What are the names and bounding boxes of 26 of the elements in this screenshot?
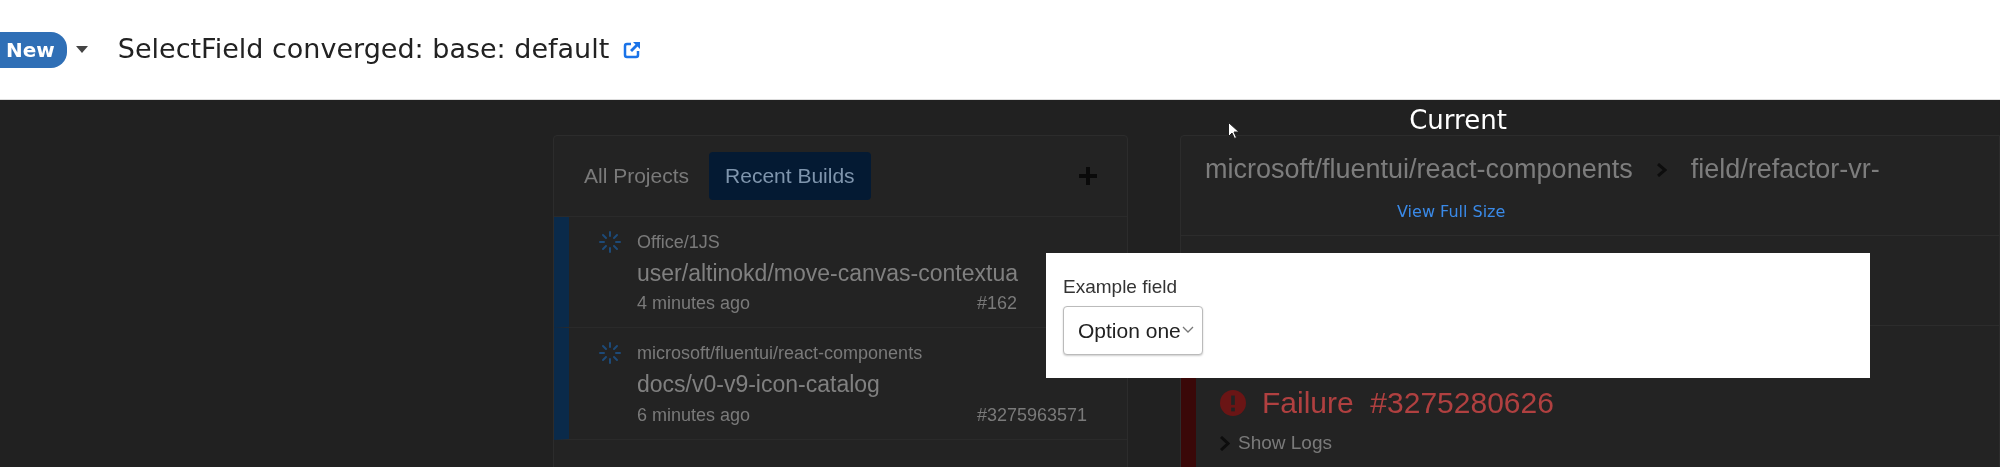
viewer-title: Current bbox=[1408, 106, 1508, 135]
tab[interactable]: All Projects bbox=[568, 152, 706, 200]
build-time: 4 minutes ago bbox=[637, 292, 752, 315]
breadcrumb-link[interactable]: microsoft/fluentui/react-components bbox=[1205, 149, 1633, 190]
page-title: SelectField converged: base: default bbox=[117, 32, 610, 67]
spinner-icon bbox=[599, 342, 621, 364]
build-status: Failure #3275280626 bbox=[1262, 385, 1554, 421]
branch-name[interactable]: user/altinokd/move-canvas-contextua bbox=[637, 255, 1018, 290]
new-badge[interactable]: New bbox=[0, 31, 67, 68]
branch-name[interactable]: docs/v0-v9-icon-catalog bbox=[637, 367, 880, 402]
external-link-icon[interactable] bbox=[623, 40, 642, 59]
tab[interactable]: Recent Builds bbox=[709, 152, 871, 200]
project-name: Office/1JS bbox=[637, 231, 720, 252]
caret-icon[interactable] bbox=[75, 46, 88, 53]
view-full-size-link[interactable]: View Full Size bbox=[1397, 200, 1506, 224]
breadcrumb-link[interactable]: field/refactor-vr- bbox=[1690, 149, 1880, 190]
build-number: #162 bbox=[977, 293, 1018, 313]
build-number: #3275963571 bbox=[977, 404, 1088, 425]
show-logs-toggle[interactable]: Show Logs bbox=[1238, 429, 1332, 458]
spinner-icon bbox=[599, 230, 621, 253]
build-time: 6 minutes ago bbox=[637, 403, 752, 427]
chevron-down-icon bbox=[1181, 326, 1194, 335]
project-name: microsoft/fluentui/react-components bbox=[637, 343, 923, 363]
field-label: Example field bbox=[1063, 275, 1179, 299]
error-icon bbox=[1220, 389, 1246, 416]
select-field[interactable]: Option one bbox=[1063, 305, 1203, 355]
